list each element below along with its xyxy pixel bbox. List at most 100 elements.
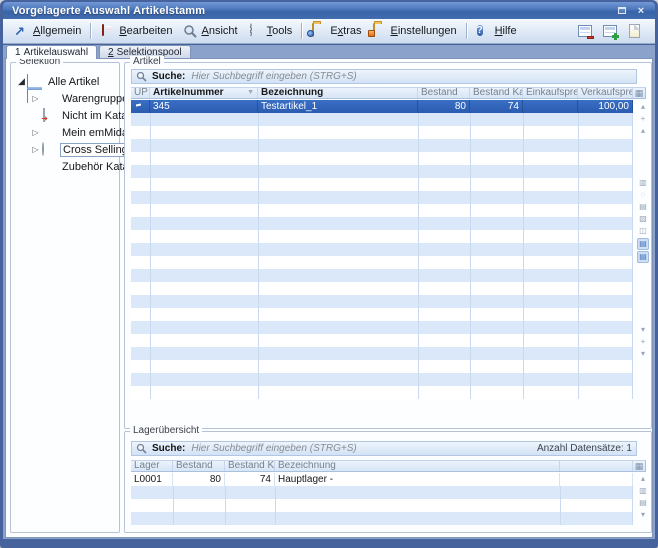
selektion-groupbox: Selektion ◢ Alle Artikel ▷ Warengruppen (10, 62, 120, 533)
menu-tools[interactable]: Tools (243, 22, 298, 41)
search-placeholder: Hier Suchbegriff eingeben (STRG+S) (191, 71, 356, 82)
artikel-search-bar[interactable]: Suche: Hier Suchbegriff eingeben (STRG+S… (131, 69, 637, 84)
bestand-kalk-cell: 74 (470, 100, 523, 113)
magnifier-icon (183, 24, 198, 39)
tree-item-nicht-im-katalog[interactable]: Nicht im Katalog (13, 107, 117, 124)
column-header-up[interactable]: UP (131, 88, 150, 98)
scroll-up-icon[interactable]: ▴ (637, 125, 649, 137)
window-view-icon[interactable]: ◫ (637, 225, 649, 237)
column-header-bezeichnung[interactable]: Bezeichnung (258, 88, 418, 98)
scroll-down-icon[interactable]: ▾ (637, 324, 649, 336)
menubar: ↗ Allgemein Bearbeiten Ansicht Tools Ext… (3, 19, 655, 44)
expander-icon[interactable]: ▷ (30, 128, 41, 137)
restore-icon[interactable] (615, 5, 629, 17)
tab-number: 1 (15, 47, 21, 58)
column-header-einkaufspreis[interactable]: Einkaufspreis (523, 88, 578, 98)
new-document-icon (629, 24, 640, 38)
artikel-grid-header: UP Artikelnummer ▼ Bezeichnung Bestand B… (131, 87, 646, 99)
insert-row-icon[interactable]: + (637, 113, 649, 125)
column-header-bestand[interactable]: Bestand (418, 88, 470, 98)
menu-label: Bearbeiten (119, 25, 172, 37)
column-header-verkaufspreis[interactable]: Verkaufspreis (578, 88, 633, 98)
bestfit-icon[interactable]: ▤ (637, 497, 649, 509)
tree-item-warengruppen[interactable]: ▷ Warengruppen (13, 90, 117, 107)
pin-icon[interactable]: ▥ (637, 485, 649, 497)
menu-hilfe[interactable]: ? Hilfe (471, 22, 522, 41)
titlebar[interactable]: Vorgelagerte Auswahl Artikelstamm × (3, 2, 655, 19)
tree-item-zubehoer-katalog[interactable]: Zubehör Katalog (13, 158, 117, 175)
tree-item-alle-artikel[interactable]: ◢ Alle Artikel (13, 73, 117, 90)
append-row-icon[interactable]: + (637, 336, 649, 348)
column-header-lager[interactable]: Lager (131, 461, 173, 471)
expander-icon[interactable]: ▷ (30, 94, 41, 103)
new-document-button[interactable] (626, 23, 643, 40)
detail-view-icon[interactable]: ▤ (637, 251, 649, 263)
artikel-title: Artikel (130, 56, 164, 68)
menu-label: Tools (267, 25, 293, 37)
tree-item-cross-selling-katalog[interactable]: ▷ Cross Selling Katalog (13, 141, 117, 158)
menu-separator (301, 23, 302, 39)
lager-search-bar[interactable]: Suche: Hier Suchbegriff eingeben (STRG+S… (131, 441, 637, 456)
edit-book-icon (100, 24, 115, 39)
tab-number: 2 (108, 47, 114, 58)
menu-bearbeiten[interactable]: Bearbeiten (95, 22, 177, 41)
menu-label: Extras (330, 25, 361, 37)
all-articles-icon (27, 75, 42, 89)
pin-icon[interactable]: ▥ (637, 177, 649, 189)
window-title: Vorgelagerte Auswahl Artikelstamm (3, 5, 205, 17)
lager-groupbox: Lagerübersicht Suche: Hier Suchbegriff e… (124, 431, 652, 533)
window-body: 1 Artikelauswahl 2 Selektionspool Selekt… (3, 45, 655, 539)
menu-ansicht[interactable]: Ansicht (178, 22, 243, 41)
scroll-up-icon[interactable]: ▴ (637, 473, 649, 485)
gear-icon (248, 24, 263, 39)
column-header-bestand-kalk[interactable]: Bestand Kalk. (470, 88, 523, 98)
menu-label: Allgemein (33, 25, 81, 37)
lager-cell: L0001 (131, 473, 173, 486)
emmida-icon (41, 126, 56, 140)
artikel-grid-gutter: ▴ + ▴ ▥ ◌ ▤ ▧ ◫ ▤ ▤ ▾ + ▾ (637, 101, 649, 424)
folder-ball-icon (311, 24, 326, 39)
table-remove-icon (578, 25, 592, 37)
menu-einstellungen[interactable]: Einstellungen (367, 22, 462, 41)
column-header-bezeichnung[interactable]: Bezeichnung (275, 461, 560, 471)
bezeichnung-cell: Testartikel_1 (258, 100, 418, 113)
tab-artikelauswahl[interactable]: 1 Artikelauswahl (6, 45, 97, 59)
scroll-top-icon[interactable]: ▴ (637, 101, 649, 113)
column-header-artikelnummer[interactable]: Artikelnummer ▼ (150, 88, 258, 98)
layout-icon[interactable]: ▧ (637, 213, 649, 225)
column-header-bestand-kalk[interactable]: Bestand Kalk. (225, 461, 275, 471)
verkaufspreis-cell: 100,00 (578, 100, 633, 113)
lager-row[interactable]: L0001 80 74 Hauptlager - (131, 473, 633, 486)
menu-extras[interactable]: Extras (306, 22, 366, 41)
column-header-bestand[interactable]: Bestand (173, 461, 225, 471)
einkaufspreis-cell (523, 100, 578, 113)
table-add-button[interactable] (601, 23, 618, 40)
expander-icon[interactable]: ◢ (16, 76, 27, 87)
table-remove-button[interactable] (576, 23, 593, 40)
record-count: Anzahl Datensätze: 1 (537, 443, 632, 454)
menu-separator (90, 23, 91, 39)
column-chooser-icon[interactable]: ▦ (633, 461, 646, 471)
expander-icon[interactable]: ▷ (30, 145, 41, 154)
sort-indicator-icon: ▼ (247, 88, 254, 98)
artikel-row-selected[interactable]: 345 Testartikel_1 80 74 100,00 (131, 100, 633, 113)
scroll-down-icon[interactable]: ▾ (637, 509, 649, 521)
cross-selling-icon (41, 143, 56, 157)
column-chooser-icon[interactable]: ▦ (633, 88, 646, 98)
find-icon[interactable]: ◌ (637, 189, 649, 201)
artikel-empty-rows (131, 113, 633, 399)
bestfit-icon[interactable]: ▤ (637, 201, 649, 213)
tree-item-mein-emmida[interactable]: ▷ Mein emMida (13, 124, 117, 141)
lager-title: Lagerübersicht (130, 425, 202, 437)
scroll-bottom-icon[interactable]: ▾ (637, 348, 649, 360)
search-label: Suche: (152, 443, 185, 454)
search-icon (136, 71, 147, 82)
bestand-cell: 80 (173, 473, 225, 486)
accessories-icon (41, 160, 56, 174)
menu-label: Hilfe (495, 25, 517, 37)
close-icon[interactable]: × (634, 5, 648, 17)
product-groups-icon (41, 92, 56, 106)
menu-allgemein[interactable]: ↗ Allgemein (9, 22, 86, 41)
list-view-icon[interactable]: ▤ (637, 238, 649, 250)
selektion-tree: ◢ Alle Artikel ▷ Warengruppen Nicht im K… (13, 73, 117, 175)
